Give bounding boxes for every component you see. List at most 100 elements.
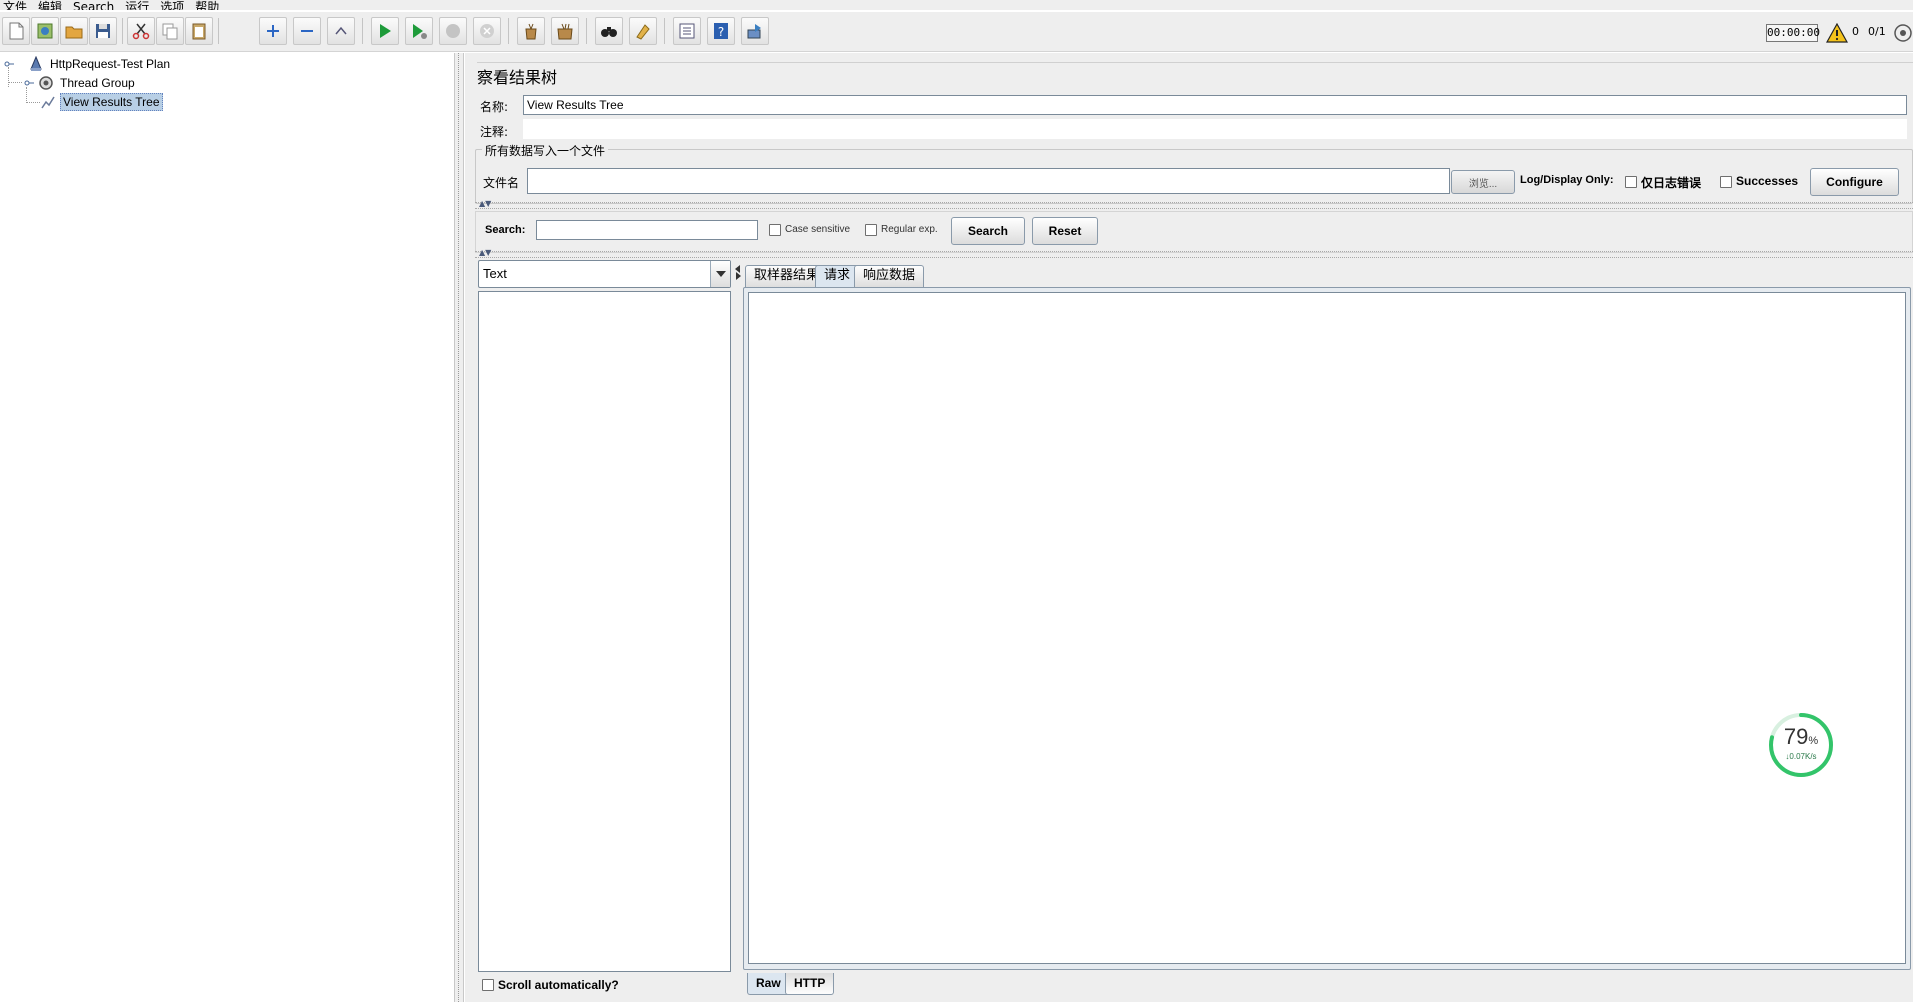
regex-checkbox[interactable] [865, 224, 877, 236]
start-button[interactable] [371, 17, 399, 45]
successes-checkbox[interactable] [1720, 176, 1732, 188]
search-label: Search: [485, 224, 526, 236]
reset-search-button[interactable] [629, 17, 657, 45]
stop-button[interactable] [439, 17, 467, 45]
results-splitter[interactable] [733, 260, 743, 1002]
clear-all-button[interactable] [551, 17, 579, 45]
open-icon [65, 26, 83, 39]
tab-response-data[interactable]: 响应数据 [854, 265, 925, 287]
search-button[interactable] [595, 17, 623, 45]
toggle-button[interactable] [327, 17, 355, 45]
file-group-title: 所有数据写入一个文件 [482, 142, 609, 159]
menu-edit[interactable]: 编辑 [35, 1, 70, 10]
network-speed-widget[interactable]: 79% ↓0.07K/s [1768, 712, 1834, 778]
scroll-auto-checkbox[interactable] [482, 979, 494, 991]
thread-count: 0/1 [1868, 25, 1886, 38]
new-icon [9, 22, 24, 40]
tree-toggle-icon[interactable] [24, 78, 34, 88]
tree-item-label: HttpRequest-Test Plan [50, 57, 171, 71]
toggle-icon [335, 26, 347, 35]
shutdown-icon [480, 24, 494, 38]
copy-icon [162, 23, 178, 40]
toolbar: ? 00:00:00 0 0/1 [0, 12, 1913, 52]
menu-file[interactable]: 文件 [0, 1, 35, 10]
thread-group-icon [39, 76, 53, 90]
tree-item-label: View Results Tree [60, 93, 163, 111]
save-button[interactable] [89, 17, 117, 45]
tab-request[interactable]: 请求 [815, 265, 860, 287]
remote-start-icon [747, 24, 761, 39]
tab-raw[interactable]: Raw [747, 973, 790, 995]
open-button[interactable] [60, 17, 88, 45]
renderer-select[interactable]: Text [478, 260, 731, 288]
section-divider[interactable] [475, 202, 1913, 209]
listener-icon [41, 96, 55, 109]
help-button[interactable]: ? [707, 17, 735, 45]
paste-icon [192, 23, 206, 40]
view-results-tree-panel: 察看结果树 名称: View Results Tree 注释: 所有数据写入一个… [465, 53, 1913, 1002]
comment-label: 注释: [480, 125, 509, 139]
request-text-area[interactable] [748, 292, 1906, 964]
svg-text:?: ? [718, 25, 724, 39]
start-no-pause-button[interactable] [405, 17, 433, 45]
main-splitter[interactable] [454, 53, 464, 1002]
menu-search[interactable]: Search [70, 1, 122, 10]
start-icon [380, 24, 391, 38]
tree-item-view-results-tree[interactable]: View Results Tree [40, 93, 163, 111]
search-icon [601, 27, 617, 37]
comment-field[interactable] [523, 119, 1907, 139]
expand-button[interactable] [259, 17, 287, 45]
split-arrows-icon[interactable] [734, 264, 742, 280]
section-divider[interactable] [475, 251, 1913, 258]
expand-collapse-arrows-icon[interactable]: ▲▼ [479, 200, 491, 208]
filename-field[interactable] [527, 168, 1450, 194]
search-input[interactable] [536, 220, 758, 240]
tree-item-test-plan[interactable]: HttpRequest-Test Plan [4, 55, 172, 73]
scroll-auto-label: Scroll automatically? [498, 978, 619, 992]
case-sensitive-checkbox[interactable] [769, 224, 781, 236]
remote-start-button[interactable] [741, 17, 769, 45]
configure-button[interactable]: Configure [1810, 168, 1899, 196]
clear-all-icon [557, 23, 573, 40]
function-helper-button[interactable] [673, 17, 701, 45]
renderer-value: Text [483, 266, 507, 281]
help-icon: ? [714, 23, 728, 39]
successes-label: Successes [1736, 174, 1799, 188]
tree-item-thread-group[interactable]: Thread Group [24, 74, 137, 92]
menu-help[interactable]: 帮助 [192, 1, 227, 10]
shutdown-button[interactable] [473, 17, 501, 45]
menu-options[interactable]: 选项 [157, 1, 192, 10]
start-no-pause-icon [413, 24, 427, 39]
search-button[interactable]: Search [951, 217, 1025, 245]
browse-button[interactable]: 浏览... [1451, 170, 1515, 194]
network-percent: 79% [1783, 724, 1819, 749]
errors-only-checkbox[interactable] [1625, 176, 1637, 188]
chevron-down-icon[interactable] [710, 261, 730, 287]
paste-button[interactable] [185, 17, 213, 45]
new-button[interactable] [2, 17, 30, 45]
tree-item-label: Thread Group [60, 76, 135, 90]
collapse-button[interactable] [293, 17, 321, 45]
name-label: 名称: [480, 100, 509, 114]
copy-button[interactable] [156, 17, 184, 45]
results-list-pane: Text Scroll automatically? [478, 260, 731, 1002]
cut-icon [132, 23, 150, 40]
page-title: 察看结果树 [477, 68, 558, 87]
clear-icon [525, 23, 537, 40]
results-list[interactable] [478, 291, 731, 972]
reset-button[interactable]: Reset [1032, 217, 1098, 245]
test-plan-tree: HttpRequest-Test Plan Thread Group View … [0, 53, 454, 1002]
case-sensitive-label: Case sensitive [785, 224, 851, 235]
stop-icon [446, 24, 460, 38]
name-field[interactable]: View Results Tree [523, 95, 1907, 115]
expand-collapse-arrows-icon[interactable]: ▲▼ [479, 249, 491, 257]
clear-button[interactable] [517, 17, 545, 45]
log-display-label: Log/Display Only: [1520, 174, 1614, 186]
tree-toggle-icon[interactable] [4, 59, 14, 69]
warning-icon[interactable] [1826, 23, 1848, 43]
tab-http[interactable]: HTTP [785, 973, 835, 995]
cut-button[interactable] [127, 17, 155, 45]
menu-run[interactable]: 运行 [122, 1, 157, 10]
templates-button[interactable] [31, 17, 59, 45]
collapse-icon [301, 30, 313, 32]
